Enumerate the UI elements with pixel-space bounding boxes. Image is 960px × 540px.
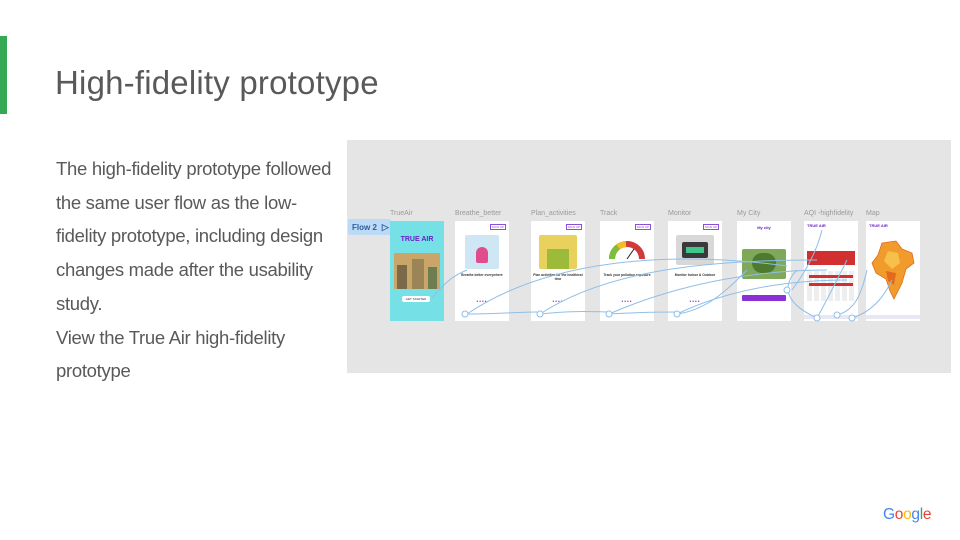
accent-bar bbox=[0, 36, 7, 114]
prototype-canvas: Flow 2 ▷ TrueAir Breathe_better Plan_act… bbox=[347, 140, 951, 373]
prototype-link[interactable]: View the True Air high-fidelity prototyp… bbox=[56, 327, 285, 382]
logo-letter: G bbox=[883, 506, 895, 523]
logo-letter: o bbox=[903, 506, 912, 523]
logo-letter: g bbox=[911, 506, 920, 523]
logo-letter: e bbox=[922, 506, 932, 523]
slide-body: The high-fidelity prototype followed the… bbox=[56, 152, 341, 388]
flow-connections bbox=[431, 229, 893, 322]
logo-letter: o bbox=[894, 506, 904, 523]
slide-title: High-fidelity prototype bbox=[55, 64, 379, 101]
google-logo: Google bbox=[883, 506, 932, 524]
body-paragraph: The high-fidelity prototype followed the… bbox=[56, 158, 332, 314]
